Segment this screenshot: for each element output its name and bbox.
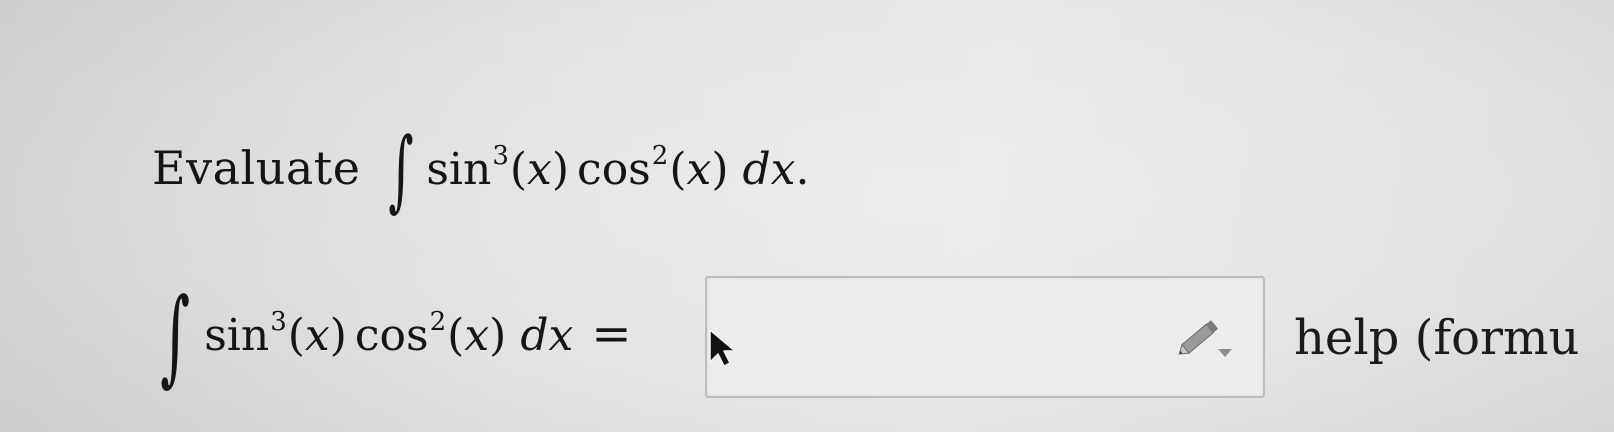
cos-exponent: 2 — [651, 141, 669, 171]
evaluate-label: Evaluate — [152, 141, 361, 195]
help-formulas-link[interactable]: help (formu — [1294, 310, 1614, 366]
differential-variable: x — [548, 310, 574, 361]
sin-exponent: 3 — [270, 307, 287, 337]
close-paren: ) — [489, 310, 507, 361]
close-paren: ) — [551, 144, 570, 195]
sin-exponent: 3 — [492, 141, 509, 171]
differential-variable: x — [770, 144, 796, 195]
close-paren: ) — [329, 310, 347, 361]
differential-d: d — [742, 144, 771, 195]
cos-function: cos — [354, 310, 429, 361]
period: . — [795, 144, 810, 195]
equals-sign: = — [591, 306, 632, 362]
open-paren: ( — [287, 310, 305, 361]
pencil-icon[interactable] — [1174, 317, 1236, 361]
variable-x: x — [304, 310, 330, 361]
variable-x: x — [686, 144, 712, 195]
sin-function: sin — [426, 144, 492, 195]
variable-x: x — [527, 144, 552, 195]
open-paren: ( — [509, 144, 528, 195]
integral-sign: ∫ — [388, 118, 415, 221]
cos-exponent: 2 — [429, 307, 447, 337]
answer-expression: ∫ sin 3 ( x ) cos 2 ( x ) d x = — [148, 262, 648, 412]
chevron-down-icon — [1218, 349, 1232, 357]
cos-function: cos — [577, 144, 651, 195]
integral-sign: ∫ — [160, 275, 190, 397]
mouse-pointer-icon — [709, 329, 736, 367]
question-prompt: Evaluate ∫ sin 3 ( x ) cos 2 ( x ) d x . — [152, 110, 809, 220]
sin-function: sin — [204, 310, 270, 361]
close-paren: ) — [711, 144, 729, 195]
differential-d: d — [520, 310, 549, 361]
variable-x: x — [464, 310, 490, 361]
open-paren: ( — [669, 144, 687, 195]
open-paren: ( — [447, 310, 465, 361]
